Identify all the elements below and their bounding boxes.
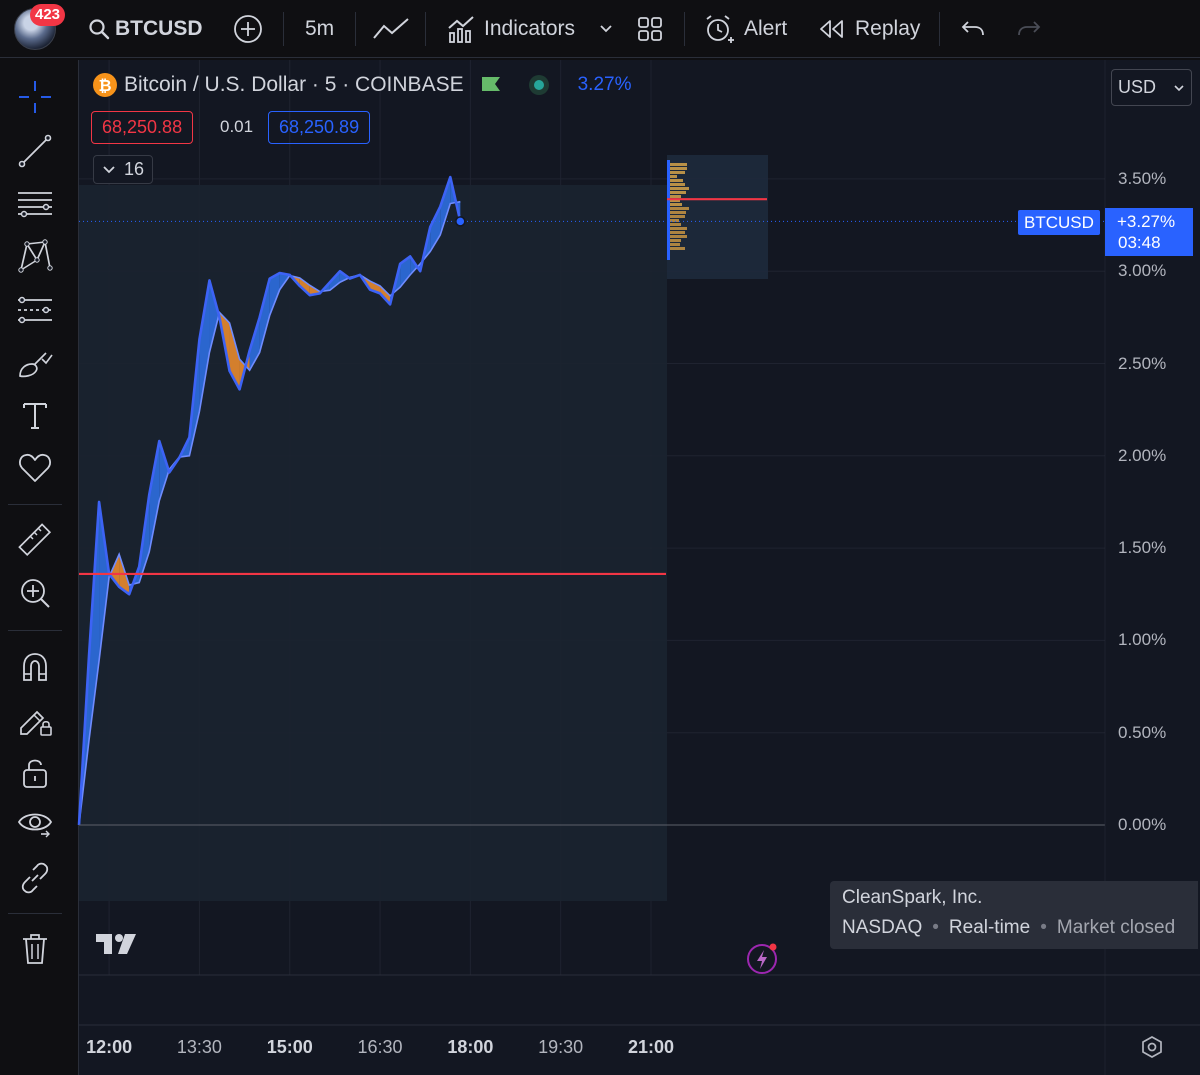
chevron-down-icon (1174, 84, 1184, 91)
tradingview-logo[interactable] (96, 932, 142, 956)
symbol-info-tooltip: CleanSpark, Inc. NASDAQ • Real-time • Ma… (830, 881, 1198, 949)
volume-bar (669, 227, 687, 230)
price-scale-label: 1.00% (1118, 630, 1167, 650)
volume-bar (669, 243, 680, 246)
time-scale-label: 15:00 (266, 1037, 313, 1057)
market-status: Market closed (1056, 917, 1176, 938)
exchange-name: NASDAQ (842, 917, 923, 938)
volume-bar (669, 167, 687, 170)
spread-value: 0.01 (220, 117, 254, 136)
time-scale-label: 18:00 (447, 1037, 494, 1057)
price-scale-label: 0.00% (1118, 815, 1167, 834)
bar-countdown: 03:48 (1118, 233, 1161, 252)
volume-bar (669, 231, 685, 234)
volume-bar (669, 163, 687, 166)
company-name: CleanSpark, Inc. (842, 887, 983, 908)
market-open-status-icon (528, 75, 549, 95)
volume-bar (669, 187, 689, 190)
price-scale-label: 2.00% (1118, 445, 1167, 465)
volume-bar (669, 183, 685, 186)
session-highlight (79, 185, 667, 901)
time-scale-label: 13:30 (176, 1037, 222, 1057)
flag-icon[interactable] (480, 75, 502, 95)
indicators-collapse-button[interactable]: 16 (93, 155, 153, 184)
volume-bar (669, 195, 681, 198)
volume-bar (669, 239, 681, 242)
time-scale-label: 16:30 (357, 1037, 403, 1057)
currency-select[interactable]: USD (1111, 69, 1192, 106)
price-scale-label: 0.50% (1118, 722, 1167, 742)
chevron-down-icon (103, 165, 115, 173)
volume-bar (669, 179, 683, 182)
sell-price-button[interactable]: 68,250.88 (91, 111, 194, 144)
volume-bar (669, 207, 689, 210)
volume-bar (669, 175, 677, 178)
volume-bar (669, 247, 685, 250)
volume-bar (669, 215, 685, 218)
separator-dot: • (932, 917, 939, 938)
volume-axis (667, 160, 670, 260)
settings-icon[interactable] (1140, 1035, 1164, 1059)
bitcoin-icon: ₿ (93, 73, 117, 97)
last-change-tag: +3.27% 03:48 (1105, 208, 1193, 256)
separator-dot: • (1040, 917, 1047, 938)
volume-bar (669, 223, 681, 226)
symbol-legend[interactable]: ₿ Bitcoin / U.S. Dollar · 5 · COINBASE 3… (92, 72, 631, 98)
last-price-marker (455, 216, 466, 227)
volume-bar (669, 191, 686, 194)
lightning-icon[interactable] (746, 942, 780, 976)
symbol-title: Bitcoin / U.S. Dollar · 5 · COINBASE (124, 73, 464, 96)
symbol-price-tag: BTCUSD (1018, 210, 1100, 235)
feed-type: Real-time (948, 917, 1031, 938)
time-scale-label: 21:00 (627, 1037, 675, 1057)
volume-bar (669, 203, 682, 206)
change-percent: 3.27% (577, 74, 632, 95)
last-change-value: +3.27% (1117, 212, 1176, 231)
time-scale-label: 12:00 (86, 1037, 133, 1057)
volume-bar (669, 171, 685, 174)
volume-bar (669, 219, 679, 222)
price-scale-label: 3.50% (1118, 168, 1167, 188)
buy-price-button[interactable]: 68,250.89 (268, 111, 371, 144)
price-scale-label: 2.50% (1118, 353, 1167, 373)
volume-bar (669, 235, 687, 238)
indicator-count: 16 (123, 159, 145, 179)
price-scale-label: 3.00% (1118, 261, 1167, 281)
volume-bar (669, 211, 686, 214)
price-scale-label: 1.50% (1118, 538, 1167, 558)
svg-text:₿: ₿ (98, 76, 111, 95)
time-scale-label: 19:30 (538, 1037, 584, 1057)
currency-label: USD (1118, 77, 1157, 97)
